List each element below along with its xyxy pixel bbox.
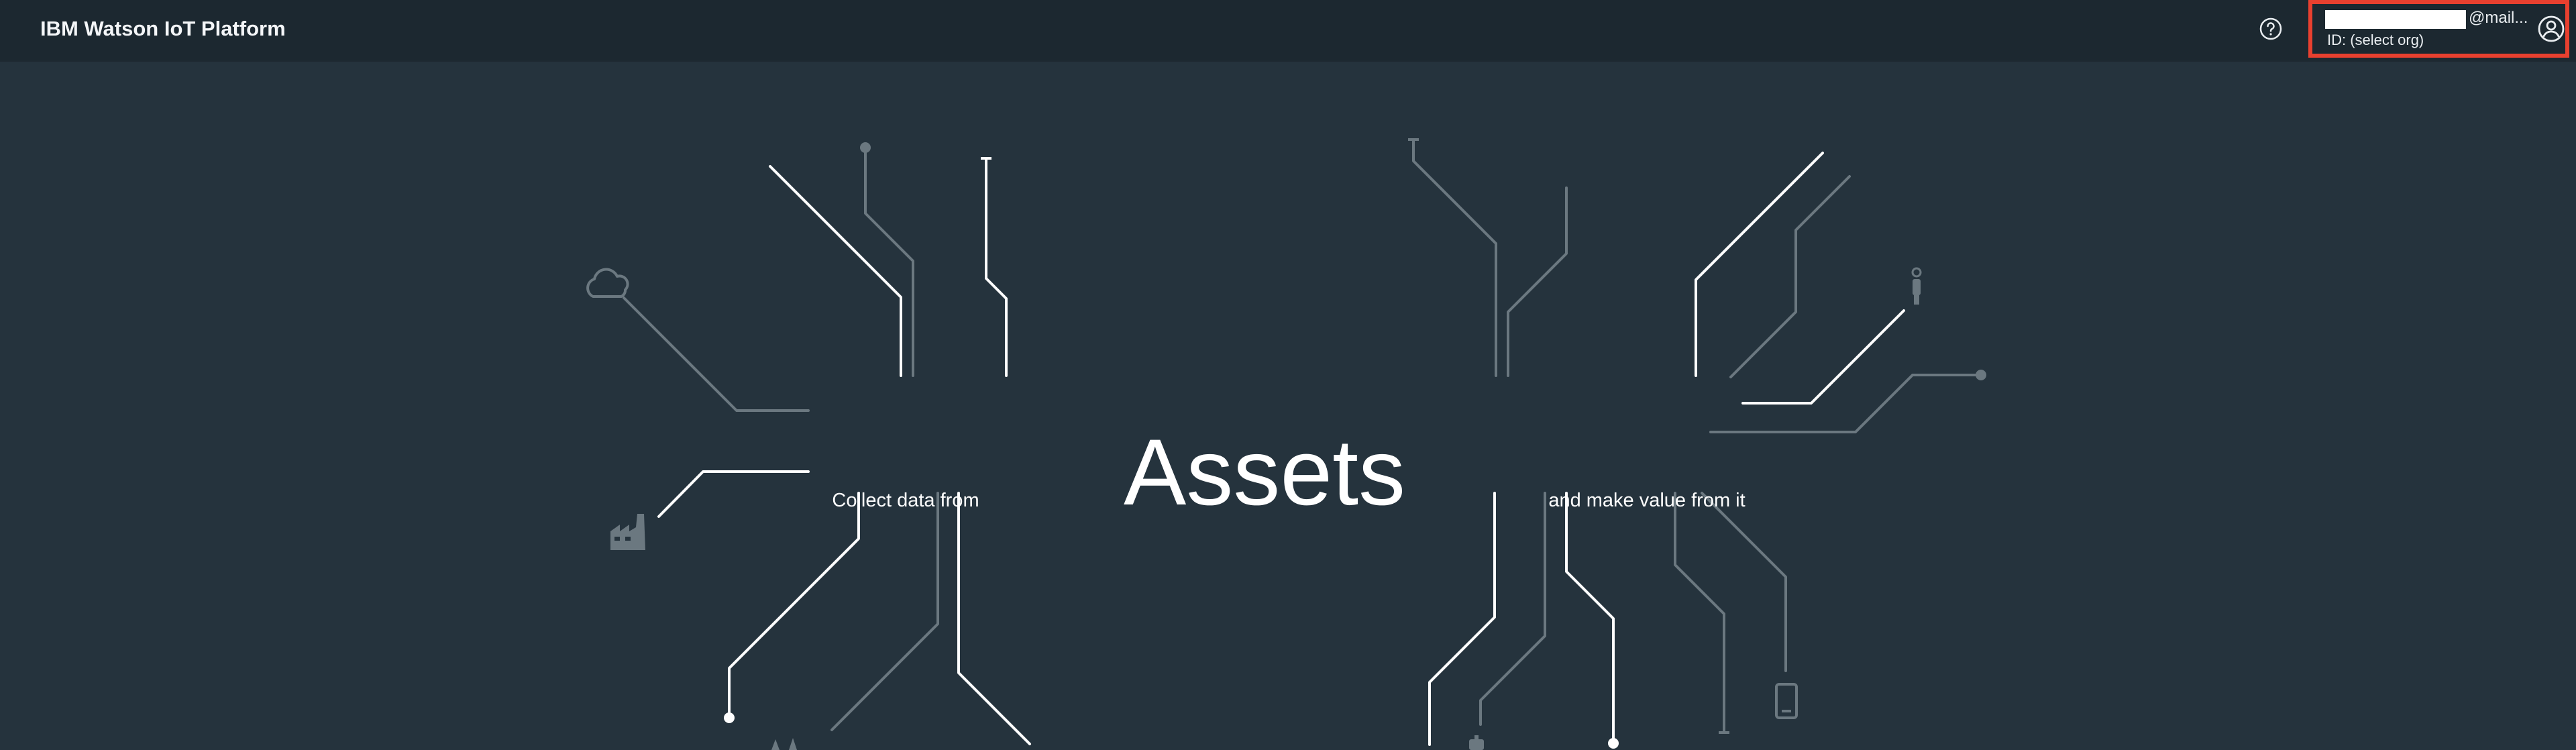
circuit-line [985, 157, 1008, 377]
circuit-line [728, 492, 860, 719]
circuit-line [864, 146, 914, 377]
hero-section: Collect data from Assets and make value … [0, 60, 2576, 750]
top-navigation-bar: IBM Watson IoT Platform @mail... ID: (se… [0, 0, 2576, 60]
app-title[interactable]: IBM Watson IoT Platform [40, 0, 286, 60]
circuit-line [657, 470, 810, 518]
hero-title: Assets [1123, 419, 1406, 525]
person-icon [1911, 267, 1922, 305]
circuit-line [1729, 175, 1851, 378]
circuit-line [957, 492, 1031, 745]
factory-icon [610, 514, 645, 550]
user-avatar-icon[interactable] [2537, 15, 2565, 43]
circuit-node [860, 142, 871, 153]
circuit-line [1674, 492, 1725, 734]
circuit-line [1695, 152, 1824, 377]
robot-icon [1469, 735, 1484, 750]
account-menu[interactable]: @mail... ID: (select org) [2308, 0, 2569, 58]
circuit-line [769, 165, 902, 377]
organization-id: ID: (select org) [2327, 32, 2424, 48]
circuit-node [724, 712, 735, 723]
circuit-line [1412, 138, 1497, 377]
email-redaction [2325, 10, 2466, 29]
circuit-line [1428, 492, 1496, 746]
circuit-line [1701, 492, 1787, 672]
circuit-line [830, 492, 939, 731]
mobile-phone-icon [1775, 683, 1798, 719]
circuit-line [1565, 492, 1615, 745]
circuit-illustration [586, 138, 1986, 750]
help-icon[interactable] [2259, 17, 2283, 41]
circuit-line [1741, 309, 1905, 405]
circuit-line [1479, 492, 1546, 726]
hero-right-caption: and make value from it [1548, 490, 1746, 511]
circuit-line [1507, 186, 1568, 377]
hero-left-caption: Collect data from [832, 490, 979, 511]
cloud-icon [586, 268, 629, 298]
power-plant-icon [771, 738, 797, 750]
account-email: @mail... [2469, 9, 2528, 27]
circuit-node [1976, 370, 1986, 380]
circuit-line [623, 297, 810, 412]
circuit-node [1608, 738, 1619, 749]
